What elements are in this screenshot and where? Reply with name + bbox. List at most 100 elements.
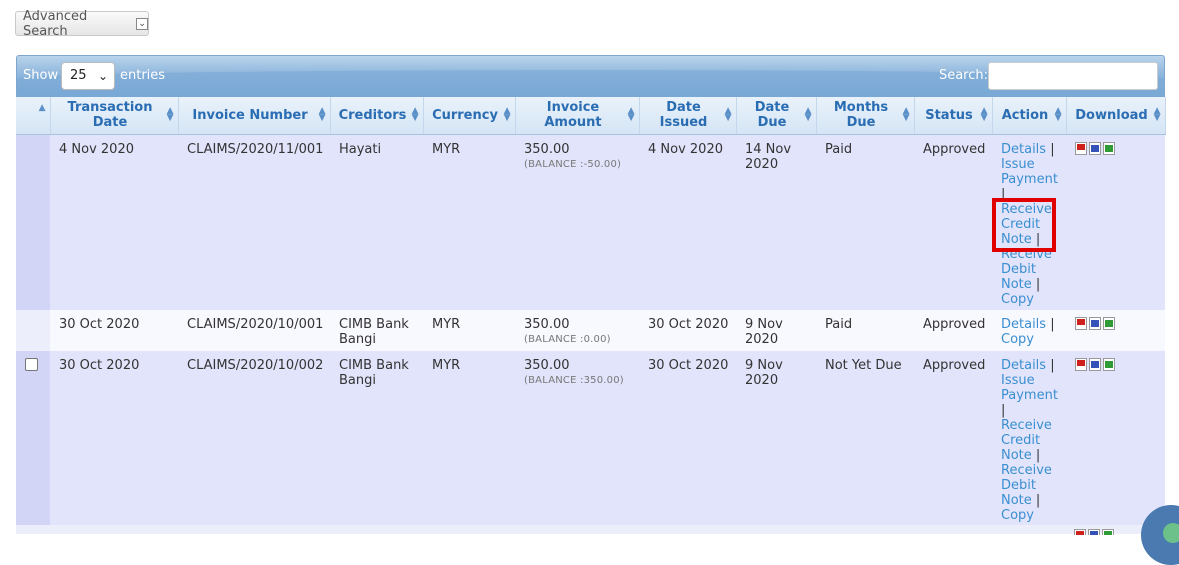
currency: MYR	[423, 351, 515, 527]
invoice-table: ▲ Transaction Date ▲ ▼ Invoice Number ▲ ▼ Cr…	[16, 97, 1166, 527]
invoice-number: CLAIMS/2020/11/001	[178, 134, 330, 310]
details-link[interactable]: Details	[1001, 317, 1046, 332]
date-issued: 30 Oct 2020	[639, 310, 736, 351]
sort-icon: ▲ ▼	[1153, 106, 1161, 124]
show-label: Show	[23, 68, 59, 83]
col-header-action[interactable]: Action ▲ ▼	[992, 97, 1067, 135]
word-icon[interactable]	[1088, 529, 1100, 535]
col-header-invoice-amount[interactable]: Invoice Amount ▲ ▼	[515, 97, 640, 135]
word-icon[interactable]	[1089, 358, 1101, 371]
transaction-date: 30 Oct 2020	[50, 351, 178, 527]
table-header-row: ▲ Transaction Date ▲ ▼ Invoice Number ▲ ▼ Cr…	[16, 97, 1166, 135]
sort-icon: ▲ ▼	[902, 106, 910, 124]
table-toolbar: Show 25 ⌄ entries Search:	[16, 55, 1165, 97]
transaction-date: 4 Nov 2020	[50, 134, 178, 310]
pdf-icon[interactable]	[1074, 529, 1086, 535]
sort-icon: ▲ ▼	[166, 106, 174, 124]
details-link[interactable]: Details	[1001, 142, 1046, 157]
transaction-date: 30 Oct 2020	[50, 310, 178, 351]
status-badge: Approved	[914, 310, 992, 351]
excel-icon[interactable]	[1102, 529, 1114, 535]
copy-link[interactable]: Copy	[1001, 508, 1034, 523]
sort-icon: ▲ ▼	[411, 106, 419, 124]
col-header-months-due[interactable]: Months Due ▲ ▼	[816, 97, 915, 135]
status-badge: Approved	[914, 134, 992, 310]
action-cell: Details | Issue Payment | Receive Credit …	[992, 134, 1066, 310]
excel-icon[interactable]	[1103, 358, 1115, 371]
next-row-partial	[16, 525, 1165, 534]
advanced-search-label: Advanced Search	[23, 8, 88, 39]
col-header-date-due[interactable]: Date Due ▲ ▼	[736, 97, 817, 135]
date-issued: 4 Nov 2020	[639, 134, 736, 310]
entries-label: entries	[120, 68, 166, 83]
col-header-download[interactable]: Download ▲ ▼	[1066, 97, 1166, 135]
receive-debit-note-link[interactable]: Receive Debit Note	[1001, 247, 1052, 292]
copy-link[interactable]: Copy	[1001, 332, 1034, 347]
details-link[interactable]: Details	[1001, 358, 1046, 373]
months-due: Paid	[816, 134, 914, 310]
pdf-icon[interactable]	[1075, 141, 1087, 155]
invoice-amount: 350.00 (BALANCE :0.00)	[515, 310, 639, 351]
invoice-amount: 350.00 (BALANCE :350.00)	[515, 351, 639, 527]
creditor: CIMB Bank Bangi	[330, 310, 423, 351]
pdf-icon[interactable]	[1075, 358, 1087, 371]
receive-debit-note-link[interactable]: Receive Debit Note	[1001, 463, 1052, 508]
word-icon[interactable]	[1089, 141, 1101, 155]
currency: MYR	[423, 310, 515, 351]
chevron-down-icon: ⌄	[136, 17, 148, 30]
download-cell	[1066, 310, 1165, 351]
search-label: Search:	[938, 68, 988, 83]
date-due: 14 Nov 2020	[736, 134, 816, 310]
copy-link[interactable]: Copy	[1001, 292, 1034, 307]
table-row: 4 Nov 2020 CLAIMS/2020/11/001 Hayati MYR…	[16, 134, 1165, 310]
download-cell	[1066, 134, 1165, 310]
months-due: Not Yet Due	[816, 351, 914, 527]
status-badge: Approved	[914, 351, 992, 527]
invoice-number: CLAIMS/2020/10/002	[178, 351, 330, 527]
col-header-date-issued[interactable]: Date Issued ▲ ▼	[639, 97, 737, 135]
table-row: 30 Oct 2020 CLAIMS/2020/10/001 CIMB Bank…	[16, 310, 1165, 351]
col-header-creditors[interactable]: Creditors ▲ ▼	[330, 97, 424, 135]
sort-icon: ▲ ▼	[503, 106, 511, 124]
date-due: 9 Nov 2020	[736, 310, 816, 351]
sort-icon: ▲ ▼	[980, 106, 988, 124]
sort-asc-icon: ▲	[38, 103, 46, 113]
action-cell: Details | Copy	[992, 310, 1066, 351]
download-cell	[1066, 351, 1165, 527]
sort-icon: ▲ ▼	[724, 106, 732, 124]
row-checkbox[interactable]	[25, 358, 38, 371]
sort-icon: ▲ ▼	[804, 106, 812, 124]
col-header-invoice-number[interactable]: Invoice Number ▲ ▼	[178, 97, 331, 135]
receive-credit-note-link[interactable]: Receive Credit Note	[1001, 202, 1052, 247]
table-row: 30 Oct 2020 CLAIMS/2020/10/002 CIMB Bank…	[16, 351, 1165, 527]
invoice-amount: 350.00 (BALANCE :-50.00)	[515, 134, 639, 310]
currency: MYR	[423, 134, 515, 310]
advanced-search-button[interactable]: Advanced Search ⌄	[15, 8, 149, 39]
date-due: 9 Nov 2020	[736, 351, 816, 527]
search-input[interactable]	[988, 62, 1158, 90]
receive-credit-note-link[interactable]: Receive Credit Note	[1001, 418, 1052, 463]
download-icons-partial	[1074, 529, 1114, 535]
entries-select[interactable]: 25 ⌄	[61, 62, 115, 90]
action-cell: Details | Issue Payment | Receive Credit …	[992, 351, 1066, 527]
col-header-currency[interactable]: Currency ▲ ▼	[423, 97, 516, 135]
creditor: CIMB Bank Bangi	[330, 351, 423, 527]
creditor: Hayati	[330, 134, 423, 310]
col-header-transaction-date[interactable]: Transaction Date ▲ ▼	[50, 97, 179, 135]
sort-icon: ▲ ▼	[318, 106, 326, 124]
excel-icon[interactable]	[1103, 317, 1115, 330]
invoice-number: CLAIMS/2020/10/001	[178, 310, 330, 351]
issue-payment-link[interactable]: Issue Payment	[1001, 157, 1058, 187]
col-header-status[interactable]: Status ▲ ▼	[914, 97, 993, 135]
col-header-select[interactable]: ▲	[16, 97, 51, 135]
date-issued: 30 Oct 2020	[639, 351, 736, 527]
chevron-down-icon: ⌄	[97, 69, 108, 83]
entries-select-value: 25	[70, 68, 87, 83]
excel-icon[interactable]	[1103, 141, 1115, 155]
issue-payment-link[interactable]: Issue Payment	[1001, 373, 1058, 403]
pdf-icon[interactable]	[1075, 317, 1087, 330]
sort-icon: ▲ ▼	[1054, 106, 1062, 124]
sort-icon: ▲ ▼	[627, 106, 635, 124]
months-due: Paid	[816, 310, 914, 351]
word-icon[interactable]	[1089, 317, 1101, 330]
